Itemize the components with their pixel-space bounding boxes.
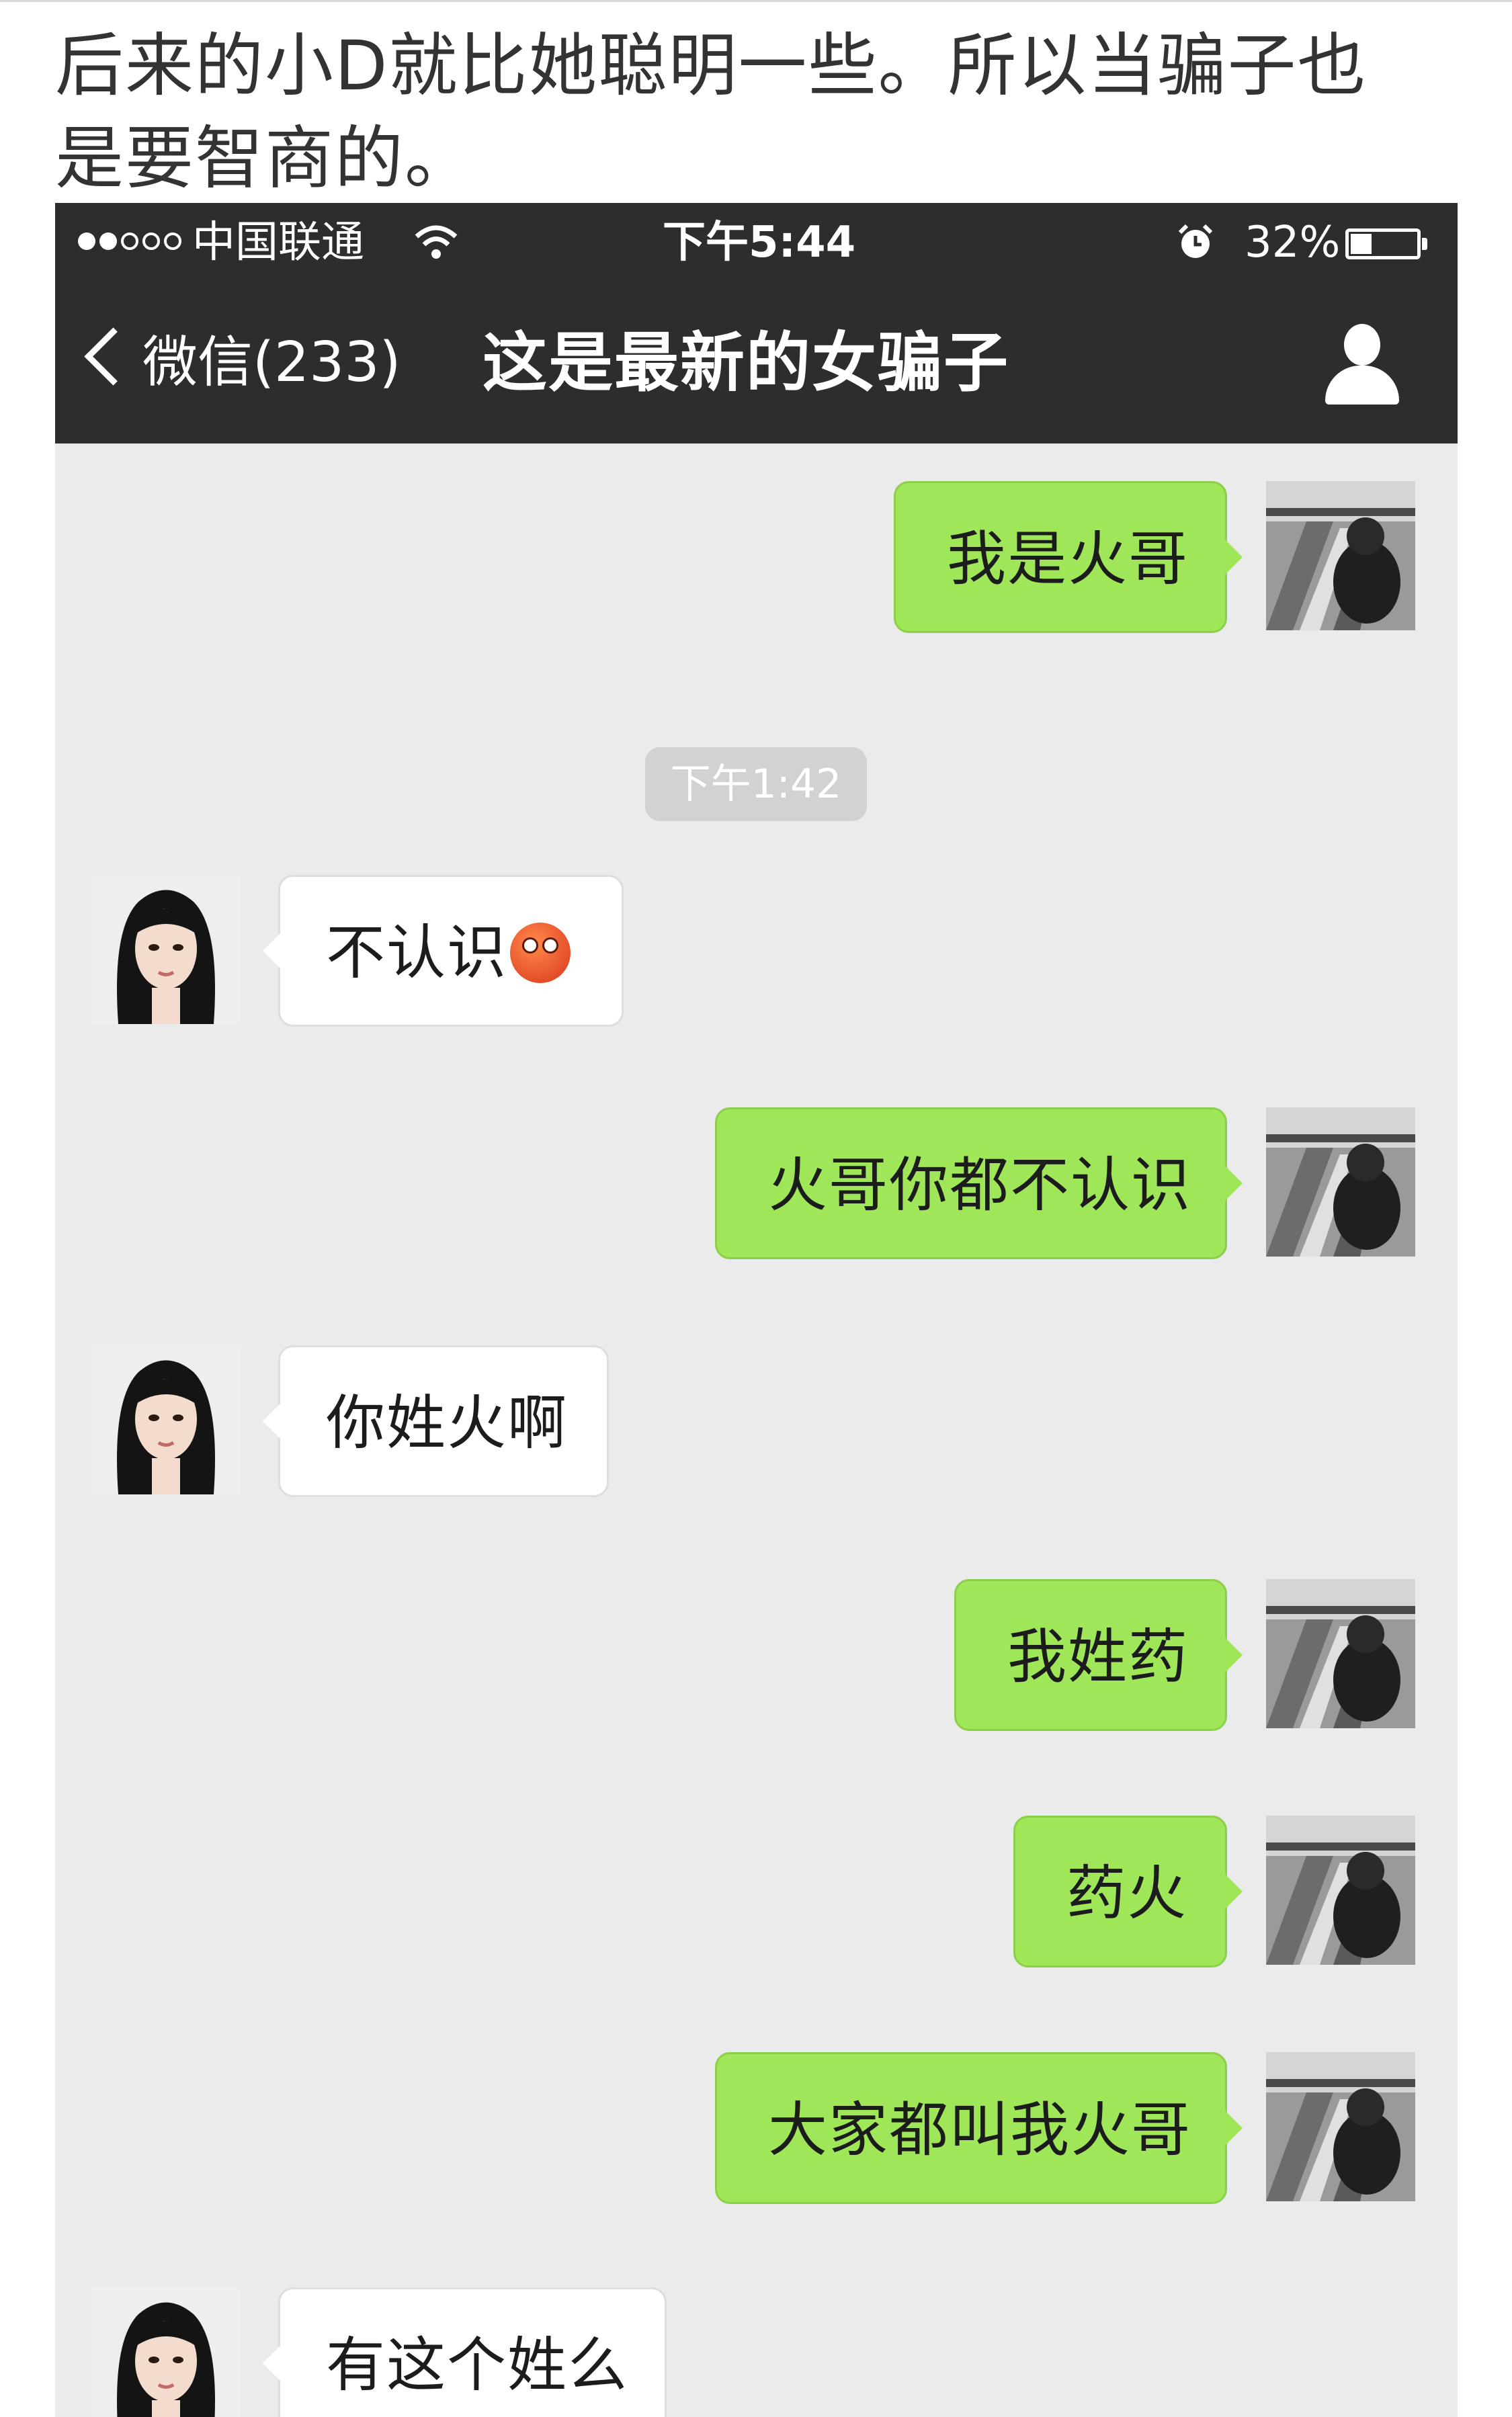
battery-percent: 32% (1245, 218, 1341, 267)
message-bubble-outgoing[interactable]: 大家都叫我火哥 (715, 2052, 1243, 2204)
message-bubble-outgoing[interactable]: 火哥你都不认识 (715, 1107, 1243, 1259)
post-caption: 后来的小D就比她聪明一些。所以当骗子也是要智商的。 (55, 26, 1368, 199)
wechat-screenshot: 中国联通 下午5:44 32% 微信(233) 这是最新的女骗子 我是火哥 下午… (55, 203, 1458, 2417)
avatar-self[interactable] (1266, 481, 1415, 630)
status-time: 下午5:44 (663, 218, 856, 267)
avatar-contact[interactable] (91, 875, 241, 1024)
chat-timestamp: 下午1:42 (645, 747, 867, 821)
flushed-face-icon (510, 923, 571, 984)
chat-title: 这是最新的女骗子 (482, 325, 1009, 400)
message-text: 不认识 (326, 918, 508, 987)
avatar-contact[interactable] (91, 2287, 241, 2417)
alarm-icon (1178, 224, 1213, 258)
message-bubble-outgoing[interactable]: 药火 (1013, 1816, 1243, 1967)
back-button[interactable]: 微信(233) (142, 282, 401, 443)
message-bubble-incoming[interactable]: 有这个姓么 (263, 2287, 667, 2417)
top-divider (0, 0, 1512, 2)
person-icon[interactable] (1325, 324, 1399, 405)
avatar-self[interactable] (1266, 2052, 1415, 2201)
battery-tip (1422, 238, 1427, 250)
chat-header: 微信(233) 这是最新的女骗子 (55, 282, 1458, 443)
message-bubble-incoming[interactable]: 不认识 (263, 875, 624, 1027)
battery-level (1351, 234, 1372, 254)
avatar-self[interactable] (1266, 1816, 1415, 1965)
avatar-self[interactable] (1266, 1107, 1415, 1257)
message-bubble-outgoing[interactable]: 我是火哥 (894, 481, 1243, 633)
status-bar: 中国联通 下午5:44 32% (55, 203, 1458, 282)
battery-icon (1345, 228, 1421, 259)
wifi-icon (415, 225, 458, 259)
avatar-self[interactable] (1266, 1579, 1415, 1728)
avatar-contact[interactable] (91, 1345, 241, 1494)
message-bubble-incoming[interactable]: 你姓火啊 (263, 1345, 609, 1497)
carrier-label: 中国联通 (192, 218, 364, 267)
message-bubble-outgoing[interactable]: 我姓药 (954, 1579, 1243, 1731)
signal-dots-icon (78, 232, 181, 250)
chevron-left-icon[interactable] (84, 327, 142, 386)
